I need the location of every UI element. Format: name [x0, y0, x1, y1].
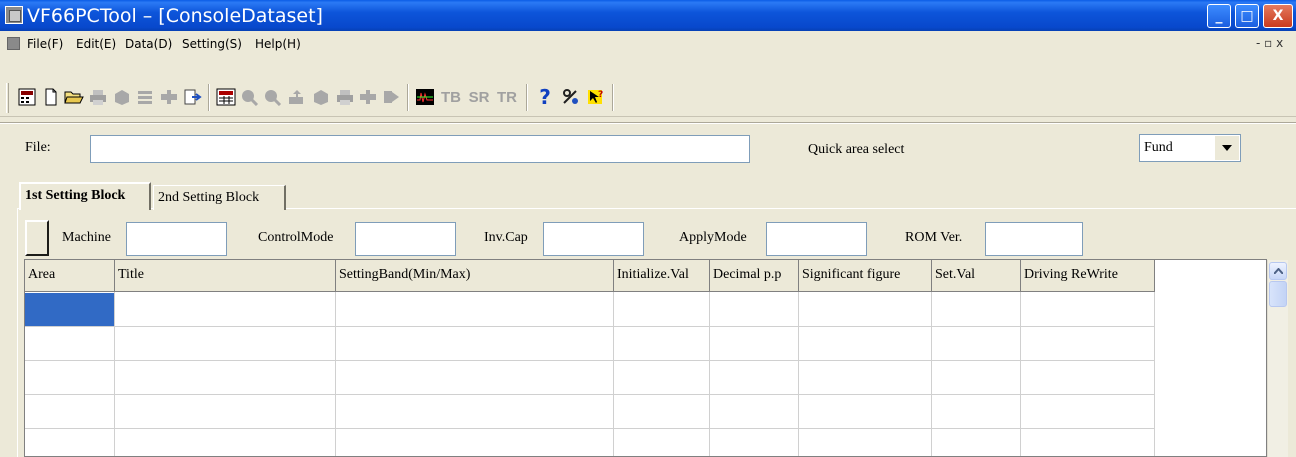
- minimize-button[interactable]: _: [1207, 4, 1231, 28]
- invcap-field[interactable]: [543, 222, 644, 256]
- romver-field[interactable]: [985, 222, 1083, 256]
- tab-1st-setting-block[interactable]: 1st Setting Block: [19, 182, 151, 210]
- scroll-up-button[interactable]: [1269, 262, 1287, 280]
- menu-setting[interactable]: Setting(S): [182, 35, 242, 53]
- save-icon[interactable]: [110, 84, 134, 110]
- maximize-button[interactable]: □: [1235, 4, 1259, 28]
- quick-area-select[interactable]: Fund: [1139, 134, 1241, 162]
- context-help-icon[interactable]: ?: [584, 84, 608, 110]
- waveform-icon[interactable]: [413, 84, 437, 110]
- row-divider: [25, 394, 1155, 395]
- download-icon[interactable]: [309, 84, 333, 110]
- machine-label: Machine: [62, 230, 111, 245]
- machine-field[interactable]: [126, 222, 227, 256]
- settings-grid[interactable]: Area Title SettingBand(Min/Max) Initiali…: [24, 259, 1267, 457]
- toolbar-separator: [407, 84, 409, 111]
- title-bar[interactable]: VF66PCTool – [ConsoleDataset] _ □ X: [0, 0, 1296, 31]
- register-icon[interactable]: [214, 84, 238, 110]
- cut-icon[interactable]: [133, 84, 157, 110]
- applymode-label: ApplyMode: [679, 230, 747, 245]
- window-title: VF66PCTool – [ConsoleDataset]: [27, 5, 323, 27]
- mdi-window-controls[interactable]: - ▫ x: [1256, 36, 1283, 50]
- column-header-decimal-pp[interactable]: Decimal p.p: [710, 260, 799, 292]
- upload-icon[interactable]: [285, 84, 309, 110]
- toolbar-divider: [0, 122, 1296, 124]
- file-label: File:: [25, 140, 51, 155]
- toolbar: TB SR TR ? ?: [0, 57, 1296, 117]
- quick-area-select-label: Quick area select: [808, 142, 905, 157]
- menu-file[interactable]: File(F): [27, 35, 63, 53]
- romver-label: ROM Ver.: [905, 230, 963, 245]
- chevron-down-icon[interactable]: [1215, 136, 1239, 160]
- file-input[interactable]: [90, 135, 750, 163]
- help-icon[interactable]: ?: [533, 84, 557, 110]
- vertical-scrollbar[interactable]: [1267, 260, 1288, 457]
- tab-2nd-setting-block[interactable]: 2nd Setting Block: [153, 185, 286, 210]
- column-header-area[interactable]: Area: [25, 260, 115, 292]
- column-divider: [798, 292, 799, 456]
- area-select-value: Fund: [1144, 140, 1173, 155]
- settings-icon[interactable]: [559, 84, 583, 110]
- svg-text:?: ?: [598, 90, 603, 100]
- row-divider: [25, 360, 1155, 361]
- column-header-settingband[interactable]: SettingBand(Min/Max): [336, 260, 614, 292]
- column-divider: [1020, 292, 1021, 456]
- column-divider: [335, 292, 336, 456]
- column-header-significant-figure[interactable]: Significant figure: [799, 260, 932, 292]
- menu-bar: File(F) Edit(E) Data(D) Setting(S) Help(…: [0, 31, 1296, 57]
- column-header-driving-rewrite[interactable]: Driving ReWrite: [1021, 260, 1155, 292]
- column-divider: [709, 292, 710, 456]
- column-divider: [1154, 292, 1155, 456]
- close-button[interactable]: X: [1263, 4, 1293, 28]
- sr-button[interactable]: SR: [466, 84, 492, 110]
- print-icon[interactable]: [86, 84, 110, 110]
- search-icon[interactable]: [238, 84, 262, 110]
- invcap-label: Inv.Cap: [484, 230, 528, 245]
- tr-button[interactable]: TR: [494, 84, 520, 110]
- column-header-set-val[interactable]: Set.Val: [932, 260, 1021, 292]
- info-button[interactable]: [25, 220, 49, 256]
- toolbar-separator: [612, 84, 614, 111]
- row-divider: [25, 428, 1155, 429]
- applymode-field[interactable]: [766, 222, 867, 256]
- menu-data[interactable]: Data(D): [125, 35, 172, 53]
- open-folder-icon[interactable]: [62, 84, 86, 110]
- document-icon[interactable]: [7, 37, 20, 50]
- column-divider: [931, 292, 932, 456]
- menu-edit[interactable]: Edit(E): [76, 35, 116, 53]
- copy-icon[interactable]: [356, 84, 380, 110]
- column-divider: [114, 292, 115, 456]
- transfer-icon[interactable]: [380, 84, 404, 110]
- toolbar-grip[interactable]: [6, 83, 9, 113]
- column-header-initialize-val[interactable]: Initialize.Val: [614, 260, 710, 292]
- controlmode-label: ControlMode: [258, 230, 334, 245]
- toolbar-separator: [208, 84, 210, 111]
- calculator-icon[interactable]: [15, 84, 39, 110]
- column-divider: [613, 292, 614, 456]
- selected-cell[interactable]: [25, 293, 114, 326]
- column-header-title[interactable]: Title: [115, 260, 336, 292]
- app-icon[interactable]: [5, 6, 23, 24]
- controlmode-field[interactable]: [355, 222, 456, 256]
- tb-button[interactable]: TB: [438, 84, 464, 110]
- toolbar-separator: [526, 84, 528, 111]
- new-file-icon[interactable]: [39, 84, 63, 110]
- row-divider: [25, 326, 1155, 327]
- search-icon[interactable]: [261, 84, 285, 110]
- print-icon[interactable]: [333, 84, 357, 110]
- paste-icon[interactable]: [181, 84, 205, 110]
- scroll-thumb[interactable]: [1269, 281, 1287, 307]
- menu-help[interactable]: Help(H): [255, 35, 301, 53]
- copy-icon[interactable]: [157, 84, 181, 110]
